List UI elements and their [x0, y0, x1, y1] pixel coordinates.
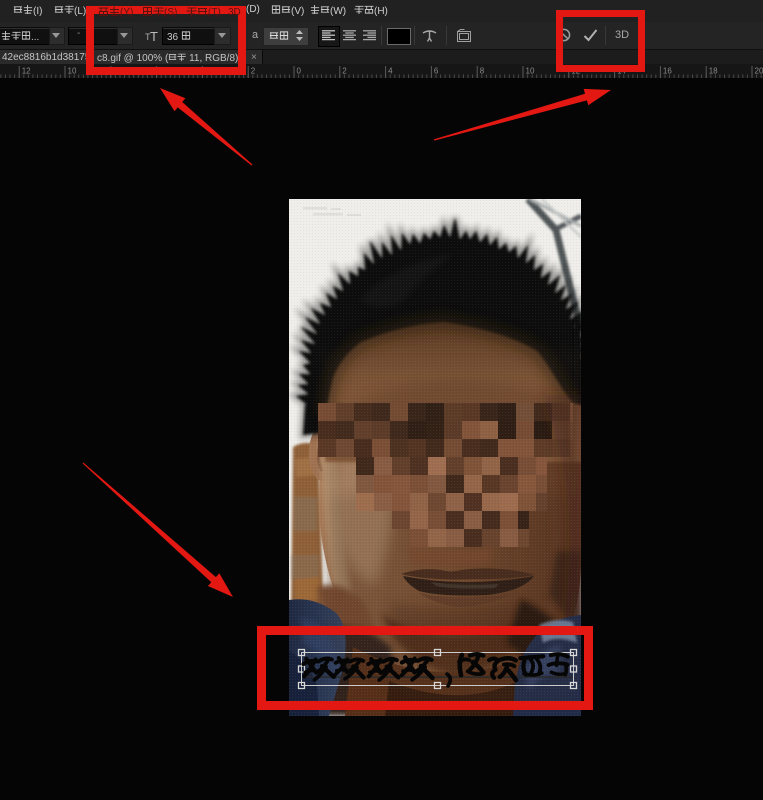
- svg-text:3D: 3D: [228, 7, 241, 18]
- svg-text:(Y): (Y): [120, 7, 133, 18]
- svg-text:(S): (S): [164, 7, 177, 18]
- svg-text:(T): (T): [208, 7, 221, 18]
